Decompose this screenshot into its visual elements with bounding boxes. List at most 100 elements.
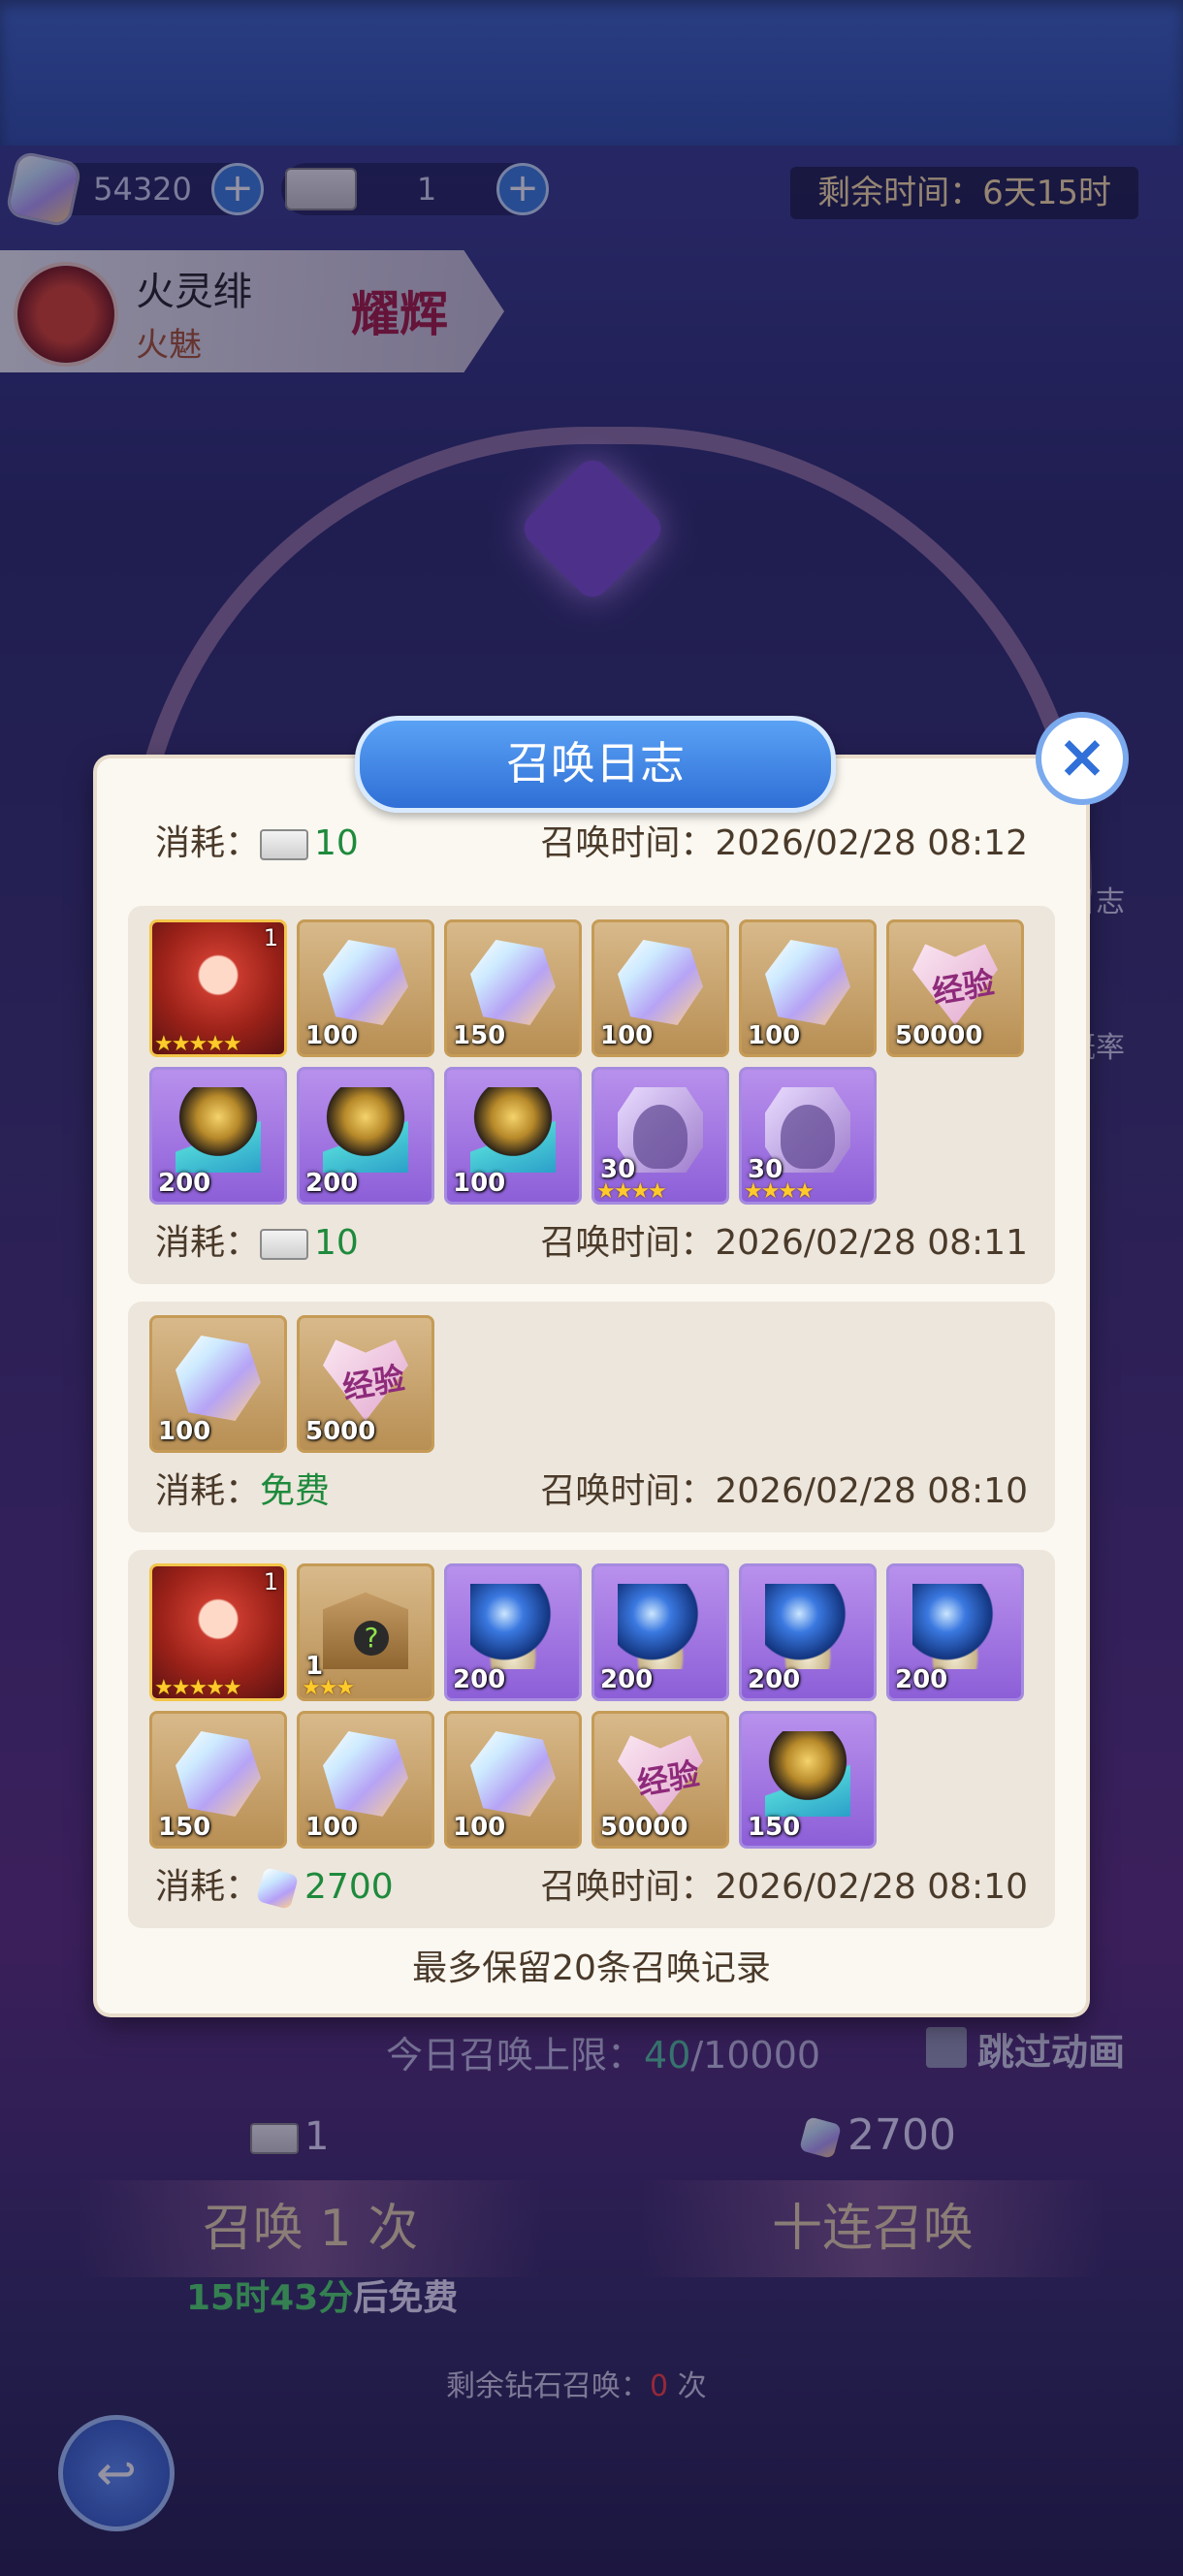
record-group: 消耗： 10 召唤时间：2026/02/28 08:12 (128, 815, 1055, 888)
item-quantity: 100 (453, 1169, 506, 1198)
item-quantity: 200 (600, 1665, 654, 1694)
cost-label: 消耗： (155, 1471, 261, 1511)
item-quantity: 100 (305, 1021, 359, 1050)
exp-label: 经验 (929, 963, 998, 1012)
record-cost: 消耗： 10 (155, 815, 359, 873)
cost-label: 消耗： (155, 823, 261, 863)
record-group: 100 经验 5000 消耗：免费 召唤时间：2026/02/28 08:10 (128, 1302, 1055, 1532)
crystal-icon (176, 1731, 261, 1817)
shard-silhouette (781, 1105, 835, 1169)
item-quantity: 150 (453, 1021, 506, 1050)
cost-value: 免费 (260, 1471, 331, 1511)
reward-item-egg[interactable]: 200 (149, 1067, 287, 1205)
exp-label: 经验 (634, 1755, 703, 1803)
egg-icon (323, 1087, 408, 1173)
star-rating: ★★★★ (596, 1179, 667, 1204)
reward-item-orb[interactable]: 200 (444, 1563, 582, 1701)
orb-icon (470, 1584, 556, 1669)
record-cost: 消耗： 10 (155, 1214, 359, 1272)
star-rating: ★★★★ (744, 1179, 815, 1204)
crystal-icon (323, 1731, 408, 1817)
reward-item-crystal[interactable]: 100 (444, 1711, 582, 1849)
egg-icon (765, 1731, 850, 1817)
reward-item-exp[interactable]: 经验 5000 (297, 1315, 434, 1453)
reward-item-crystal[interactable]: 100 (149, 1315, 287, 1453)
item-quantity: 200 (305, 1169, 359, 1198)
record-time: 召唤时间：2026/02/28 08:11 (540, 1223, 1028, 1263)
record-time: 召唤时间：2026/02/28 08:10 (540, 1867, 1028, 1907)
orb-icon (912, 1584, 998, 1669)
reward-item-orb[interactable]: 200 (592, 1563, 729, 1701)
shard-silhouette (633, 1105, 687, 1169)
item-quantity: 150 (158, 1813, 211, 1842)
item-quantity: 200 (748, 1665, 801, 1694)
record-info-line: 消耗： 10 召唤时间：2026/02/28 08:12 (155, 815, 1028, 873)
item-count: 1 (263, 924, 278, 951)
summon-record-list[interactable]: 消耗： 10 召唤时间：2026/02/28 08:12 1 ★★★★★ 100 150 10… (128, 815, 1055, 1940)
orb-icon (765, 1584, 850, 1669)
crystal-icon (323, 940, 408, 1025)
reward-item-hero[interactable]: 1 ★★★★★ (149, 919, 287, 1057)
reward-item-egg[interactable]: 100 (444, 1067, 582, 1205)
crystal-icon (176, 1336, 261, 1421)
reward-item-box[interactable]: ? 1 ★★★ (297, 1563, 434, 1701)
item-quantity: 50000 (895, 1021, 983, 1050)
reward-item-shard[interactable]: 30 ★★★★ (592, 1067, 729, 1205)
star-rating: ★★★★★ (154, 1676, 242, 1700)
reward-item-shard[interactable]: 30 ★★★★ (739, 1067, 877, 1205)
record-time: 召唤时间：2026/02/28 08:12 (540, 823, 1028, 863)
record-time: 召唤时间：2026/02/28 08:10 (540, 1471, 1028, 1511)
record-cost: 消耗： 2700 (155, 1858, 394, 1916)
item-quantity: 100 (158, 1417, 211, 1446)
cost-label: 消耗： (155, 1867, 261, 1907)
item-quantity: 200 (158, 1169, 211, 1198)
diamond-icon (255, 1866, 300, 1911)
item-quantity: 200 (453, 1665, 506, 1694)
reward-item-crystal[interactable]: 100 (592, 919, 729, 1057)
reward-item-crystal[interactable]: 100 (297, 919, 434, 1057)
record-limit-note: 最多保留20条召唤记录 (412, 1948, 771, 1988)
cost-value: 10 (314, 1223, 359, 1263)
crystal-icon (765, 940, 850, 1025)
reward-item-orb[interactable]: 200 (886, 1563, 1024, 1701)
item-quantity: 100 (453, 1813, 506, 1842)
record-info-line: 消耗： 10 召唤时间：2026/02/28 08:11 (155, 1214, 1028, 1272)
reward-item-egg[interactable]: 200 (297, 1067, 434, 1205)
cost-value: 2700 (304, 1867, 394, 1907)
orb-icon (618, 1584, 703, 1669)
reward-item-exp[interactable]: 经验 50000 (592, 1711, 729, 1849)
item-quantity: 100 (748, 1021, 801, 1050)
crystal-icon (618, 940, 703, 1025)
ticket-icon (260, 1229, 309, 1260)
record-group: 1 ★★★★★ ? 1 ★★★ 200 200 200 200 150 100 100 经验 50000 1… (128, 1550, 1055, 1928)
reward-item-crystal[interactable]: 100 (739, 919, 877, 1057)
record-cost: 消耗：免费 (155, 1463, 330, 1521)
reward-item-egg[interactable]: 150 (739, 1711, 877, 1849)
cost-value: 10 (314, 823, 359, 863)
record-group: 1 ★★★★★ 100 150 100 100 经验 50000 200 200 100 30 ★★★★… (128, 906, 1055, 1284)
exp-label: 经验 (339, 1359, 408, 1407)
star-rating: ★★★★★ (154, 1032, 242, 1056)
reward-item-orb[interactable]: 200 (739, 1563, 877, 1701)
reward-item-hero[interactable]: 1 ★★★★★ (149, 1563, 287, 1701)
item-quantity: 100 (600, 1021, 654, 1050)
cost-label: 消耗： (155, 1223, 261, 1263)
item-quantity: 50000 (600, 1813, 688, 1842)
reward-item-crystal[interactable]: 100 (297, 1711, 434, 1849)
reward-item-crystal[interactable]: 150 (149, 1711, 287, 1849)
question-mark-icon: ? (354, 1621, 389, 1656)
crystal-icon (470, 940, 556, 1025)
ticket-icon (260, 829, 309, 860)
record-info-line: 消耗：免费 召唤时间：2026/02/28 08:10 (155, 1463, 1028, 1521)
close-icon[interactable]: × (1036, 712, 1129, 805)
egg-icon (176, 1087, 261, 1173)
star-rating: ★★★ (302, 1676, 355, 1700)
reward-item-crystal[interactable]: 150 (444, 919, 582, 1057)
reward-item-exp[interactable]: 经验 50000 (886, 919, 1024, 1057)
item-quantity: 200 (895, 1665, 948, 1694)
egg-icon (470, 1087, 556, 1173)
item-quantity: 5000 (305, 1417, 376, 1446)
dialog-title: 召唤日志 (355, 716, 836, 813)
item-quantity: 100 (305, 1813, 359, 1842)
item-quantity: 150 (748, 1813, 801, 1842)
